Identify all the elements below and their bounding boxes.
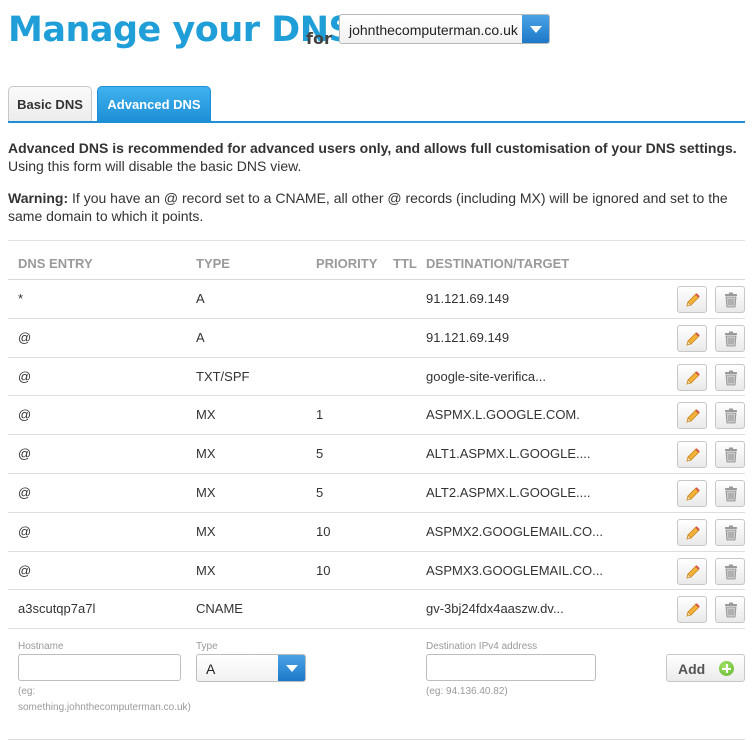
delete-record-button[interactable] [715,402,745,430]
type-select-value: A [206,661,216,677]
edit-record-button[interactable] [677,479,707,507]
chevron-down-icon[interactable] [522,15,549,43]
delete-record-button[interactable] [715,596,745,624]
type-select[interactable]: A [196,654,306,682]
cell-type: CNAME [196,601,243,617]
hostname-input[interactable] [18,654,181,681]
add-record-form: Hostname (eg: something.johnthecomputerm… [8,633,745,740]
tab-underline [8,121,745,123]
cell-dns-entry: @ [18,407,32,423]
edit-record-button[interactable] [677,518,707,546]
cell-dns-entry: a3scutqp7a7l [18,601,96,617]
cell-dns-entry: @ [18,523,32,539]
destination-hint: (eg: 94.136.40.82) [426,686,508,697]
cell-priority: 5 [316,446,324,462]
cell-dns-entry: @ [18,329,32,345]
cell-dns-entry: @ [18,446,32,462]
cell-destination: gv-3bj24fdx4aaszw.dv... [426,601,564,617]
delete-record-button[interactable] [715,479,745,507]
cell-dns-entry: * [18,291,24,306]
cell-priority: 10 [316,562,331,578]
table-row: @ MX 5 ALT1.ASPMX.L.GOOGLE.... [8,435,745,474]
cell-destination: ALT2.ASPMX.L.GOOGLE.... [426,484,591,500]
cell-destination: ALT1.ASPMX.L.GOOGLE.... [426,446,591,462]
cell-type: TXT/SPF [196,368,250,384]
warning-text: Warning: If you have an @ record set to … [8,189,743,225]
delete-record-button[interactable] [715,557,745,585]
dns-records-table: DNS ENTRY TYPE PRIORITY TTL DESTINATION/… [8,240,745,630]
header-priority: PRIORITY [316,256,378,271]
destination-input[interactable] [426,654,596,681]
type-label: Type [196,641,218,652]
intro-bold: Advanced DNS is recommended for advanced… [8,140,737,156]
cell-priority: 10 [316,523,331,539]
cell-dns-entry: @ [18,368,32,384]
domain-select-value: johnthecomputerman.co.uk [349,22,518,38]
table-row: a3scutqp7a7l CNAME gv-3bj24fdx4aaszw.dv... [8,590,745,630]
table-row: @ MX 5 ALT2.ASPMX.L.GOOGLE.... [8,474,745,513]
table-row: @ MX 10 ASPMX3.GOOGLEMAIL.CO... [8,552,745,591]
add-button-label: Add [678,661,706,677]
table-row: @ MX 1 ASPMX.L.GOOGLE.COM. [8,396,745,436]
edit-record-button[interactable] [677,402,707,430]
cell-type: A [196,291,205,306]
delete-record-button[interactable] [715,363,745,391]
table-row: @ TXT/SPF google-site-verifica... [8,358,745,397]
edit-record-button[interactable] [677,441,707,469]
warning-label: Warning: [8,190,69,206]
cell-dns-entry: @ [18,484,32,500]
edit-record-button[interactable] [677,596,707,624]
cell-destination: 91.121.69.149 [426,329,510,345]
edit-record-button[interactable] [677,557,707,585]
table-header: DNS ENTRY TYPE PRIORITY TTL DESTINATION/… [8,240,745,280]
cell-priority: 1 [316,407,324,423]
hostname-hint: (eg: something.johnthecomputerman.co.uk) [18,686,191,713]
header-ttl: TTL [393,256,417,271]
table-body: * A 91.121.69.149 @ A 91.121.69.149 @ TXT/SPF go… [8,280,745,630]
header-destination: DESTINATION/TARGET [426,256,570,271]
edit-record-button[interactable] [677,286,707,313]
header-dns-entry: DNS ENTRY [18,256,93,271]
cell-type: MX [196,407,216,423]
delete-record-button[interactable] [715,324,745,352]
intro-normal: Using this form will disable the basic D… [8,158,302,174]
hostname-label: Hostname [18,641,64,652]
destination-label: Destination IPv4 address [426,641,538,652]
delete-record-button[interactable] [715,518,745,546]
edit-record-button[interactable] [677,363,707,391]
delete-record-button[interactable] [715,286,745,313]
domain-select[interactable]: johnthecomputerman.co.uk [339,14,550,44]
page-title: Manage your DNS [8,10,354,50]
warning-body: If you have an @ record set to a CNAME, … [8,190,728,224]
cell-type: MX [196,446,216,462]
cell-priority: 5 [316,484,324,500]
delete-record-button[interactable] [715,441,745,469]
cell-type: MX [196,523,216,539]
table-row: * A 91.121.69.149 [8,280,745,319]
cell-type: MX [196,484,216,500]
cell-destination: ASPMX2.GOOGLEMAIL.CO... [426,523,603,539]
header-type: TYPE [196,256,230,271]
for-label: for [306,29,332,48]
cell-destination: google-site-verifica... [426,368,546,384]
cell-destination: 91.121.69.149 [426,291,510,306]
cell-dns-entry: @ [18,562,32,578]
table-row: @ A 91.121.69.149 [8,319,745,358]
chevron-down-icon[interactable] [278,655,305,681]
cell-destination: ASPMX3.GOOGLEMAIL.CO... [426,562,603,578]
plus-circle-icon [719,661,734,676]
add-record-button[interactable]: Add [666,654,745,682]
cell-type: A [196,329,205,345]
edit-record-button[interactable] [677,324,707,352]
tab-basic-dns[interactable]: Basic DNS [8,86,92,122]
cell-destination: ASPMX.L.GOOGLE.COM. [426,407,580,423]
cell-type: MX [196,562,216,578]
tab-advanced-dns[interactable]: Advanced DNS [97,86,211,122]
table-row: @ MX 10 ASPMX2.GOOGLEMAIL.CO... [8,513,745,552]
intro-text: Advanced DNS is recommended for advanced… [8,139,743,175]
